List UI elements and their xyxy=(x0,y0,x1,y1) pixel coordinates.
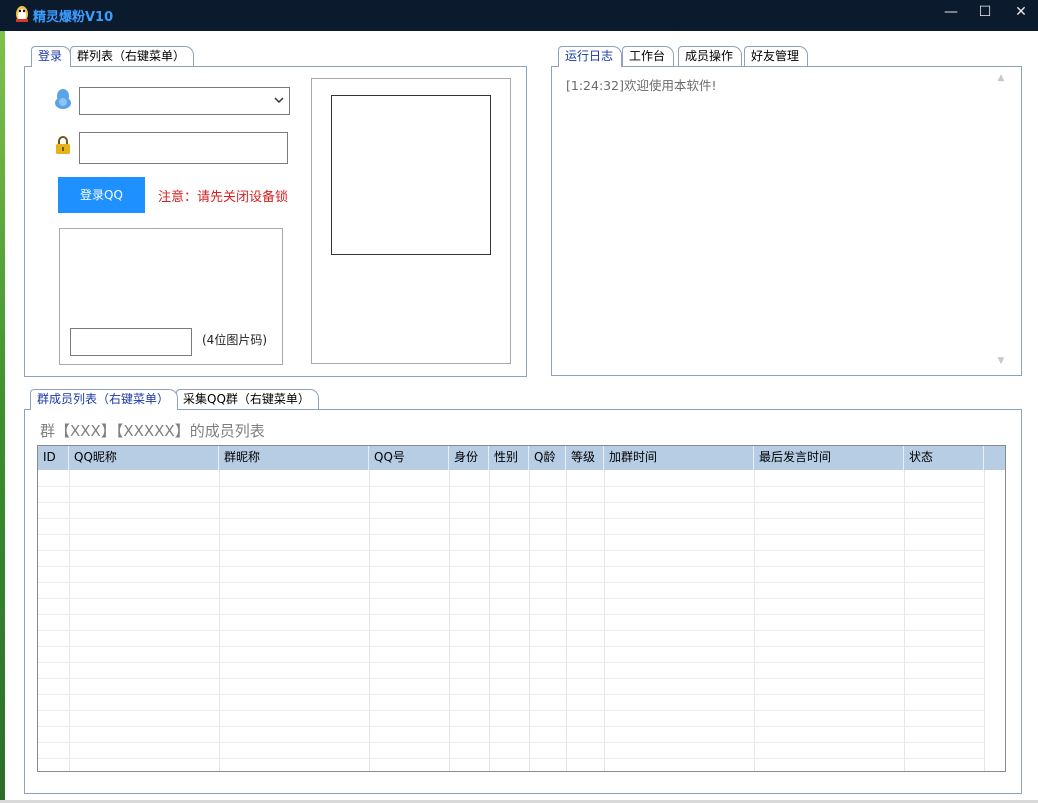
grid-row-line xyxy=(38,582,984,583)
qr-code-image xyxy=(331,95,491,255)
grid-row-line xyxy=(38,678,984,679)
account-select[interactable] xyxy=(79,87,290,115)
scroll-down-icon[interactable]: ▼ xyxy=(996,356,1006,366)
tab-run-log[interactable]: 运行日志 xyxy=(558,46,623,67)
device-lock-notice: 注意：请先关闭设备锁 xyxy=(158,190,289,205)
title-bar xyxy=(0,0,1038,31)
maximize-button[interactable]: ☐ xyxy=(968,0,1002,26)
tab-group-members[interactable]: 群成员列表（右键菜单） xyxy=(30,389,179,410)
qq-penguin-icon xyxy=(53,88,73,110)
tab-login-label: 登录 xyxy=(38,49,63,63)
window-edge xyxy=(0,31,5,803)
tab-group-list-label: 群列表（右键菜单） xyxy=(77,49,186,63)
log-line: [1:24:32]欢迎使用本软件! xyxy=(566,78,717,93)
member-grid[interactable]: ID QQ昵称 群昵称 QQ号 身份 性别 Q龄 等级 加群时间 最后发言时间 状态 xyxy=(37,445,1006,772)
tab-collect-groups[interactable]: 采集QQ群（右键菜单） xyxy=(176,389,319,409)
tab-login[interactable]: 登录 xyxy=(31,46,72,67)
tab-collect-groups-label: 采集QQ群（右键菜单） xyxy=(183,392,310,406)
tab-friend-manage-label: 好友管理 xyxy=(751,49,800,63)
tab-friend-manage[interactable]: 好友管理 xyxy=(744,46,809,66)
scroll-up-icon[interactable]: ▲ xyxy=(996,73,1006,83)
captcha-hint: (4位图片码) xyxy=(202,333,267,347)
grid-row-line xyxy=(38,710,984,711)
grid-row-line xyxy=(38,518,984,519)
tab-group-members-label: 群成员列表（右键菜单） xyxy=(37,392,170,406)
grid-row-line xyxy=(38,598,984,599)
grid-row-line xyxy=(38,758,984,759)
grid-row-line xyxy=(38,630,984,631)
log-panel xyxy=(551,66,1022,376)
tab-run-log-label: 运行日志 xyxy=(565,49,614,63)
close-button[interactable]: ✕ xyxy=(1004,0,1038,26)
app-logo-icon xyxy=(14,5,30,23)
lock-icon xyxy=(55,135,71,155)
grid-column-line xyxy=(984,470,985,771)
grid-row-line xyxy=(38,662,984,663)
grid-row-line xyxy=(38,694,984,695)
captcha-input[interactable] xyxy=(70,328,192,356)
grid-body xyxy=(38,446,1005,771)
grid-row-line xyxy=(38,646,984,647)
grid-row-line xyxy=(38,550,984,551)
grid-row-line xyxy=(38,502,984,503)
tab-group-list[interactable]: 群列表（右键菜单） xyxy=(70,46,195,66)
grid-row-line xyxy=(38,614,984,615)
tab-member-ops[interactable]: 成员操作 xyxy=(678,46,743,66)
password-field[interactable] xyxy=(79,132,288,164)
grid-row-line xyxy=(38,742,984,743)
grid-row-line xyxy=(38,726,984,727)
chevron-down-icon[interactable] xyxy=(273,91,285,109)
tab-workbench[interactable]: 工作台 xyxy=(622,46,675,66)
minimize-button[interactable]: — xyxy=(934,0,968,26)
member-list-title: 群【XXX】【XXXXX】的成员列表 xyxy=(40,422,265,440)
tab-member-ops-label: 成员操作 xyxy=(685,49,734,63)
login-qq-button[interactable]: 登录QQ xyxy=(58,177,145,213)
tab-workbench-label: 工作台 xyxy=(629,49,666,63)
grid-row-line xyxy=(38,566,984,567)
grid-row-line xyxy=(38,534,984,535)
grid-row-line xyxy=(38,486,984,487)
window-title: 精灵爆粉V10 xyxy=(33,10,114,25)
